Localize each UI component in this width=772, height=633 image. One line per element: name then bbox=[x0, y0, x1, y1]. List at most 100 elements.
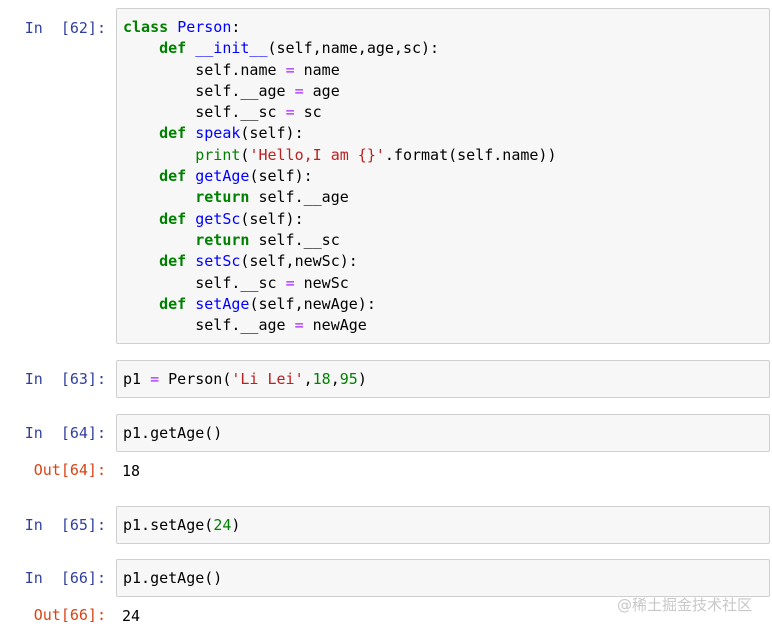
code-text: (self): bbox=[249, 167, 313, 186]
code-text: ) bbox=[231, 516, 241, 534]
keyword: def bbox=[159, 294, 187, 313]
string-literal: 'Li Lei' bbox=[231, 370, 304, 388]
code-text: self.__sc bbox=[123, 103, 286, 122]
input-prompt: In [63]: bbox=[24, 370, 106, 388]
code-line: return self.__age bbox=[123, 187, 763, 208]
keyword: class bbox=[123, 18, 169, 36]
code-text: , bbox=[330, 370, 340, 388]
operator: = bbox=[285, 60, 295, 79]
function-name: setAge bbox=[195, 294, 250, 313]
keyword: def bbox=[159, 252, 187, 271]
keyword: def bbox=[159, 39, 187, 58]
function-name: getAge bbox=[195, 167, 250, 186]
code-line: p1 = Person('Li Lei',18,95) bbox=[123, 369, 763, 390]
function-name: speak bbox=[195, 124, 241, 143]
code-editor[interactable]: class Person: def __init__(self,name,age… bbox=[117, 9, 769, 344]
keyword: def bbox=[159, 209, 187, 228]
code-text: self.__sc bbox=[249, 230, 340, 249]
function-name: __init__ bbox=[195, 39, 268, 58]
code-text: self.__age bbox=[123, 81, 295, 100]
keyword: return bbox=[195, 230, 250, 249]
code-text: p1.setAge( bbox=[123, 516, 214, 534]
code-text: name bbox=[294, 60, 340, 79]
output-prompt: Out[64]: bbox=[33, 461, 106, 479]
code-input-area[interactable]: class Person: def __init__(self,name,age… bbox=[116, 8, 770, 344]
operator: = bbox=[294, 316, 304, 335]
keyword: return bbox=[195, 188, 250, 207]
code-text: .format(self.name)) bbox=[384, 145, 557, 164]
function-name: getSc bbox=[195, 209, 241, 228]
code-text: (self): bbox=[240, 209, 304, 228]
code-text: newAge bbox=[303, 316, 367, 335]
code-line: def speak(self): bbox=[123, 123, 763, 144]
watermark: @稀土掘金技术社区 bbox=[616, 596, 752, 614]
code-text: newSc bbox=[294, 273, 349, 292]
code-line: def __init__(self,name,age,sc): bbox=[123, 38, 763, 59]
keyword: def bbox=[159, 167, 187, 186]
code-line: self.__sc = newSc bbox=[123, 273, 763, 294]
code-text: Person( bbox=[159, 370, 232, 388]
code-editor[interactable]: p1.getAge() bbox=[117, 560, 769, 597]
number-literal: 95 bbox=[339, 370, 358, 388]
code-text: , bbox=[303, 370, 313, 388]
input-prompt: In [65]: bbox=[24, 516, 106, 534]
cell-output: 18 bbox=[122, 462, 141, 480]
code-text: self.__sc bbox=[123, 273, 286, 292]
code-line: self.__sc = sc bbox=[123, 102, 763, 123]
code-text: p1 bbox=[123, 370, 151, 388]
function-name: setSc bbox=[195, 252, 241, 271]
code-line: def getAge(self): bbox=[123, 166, 763, 187]
input-prompt: In [64]: bbox=[24, 424, 106, 442]
code-line: def setAge(self,newAge): bbox=[123, 294, 763, 315]
string-literal: 'Hello,I am {}' bbox=[249, 145, 385, 164]
code-line: p1.getAge() bbox=[123, 568, 763, 589]
code-text: (self): bbox=[240, 124, 304, 143]
code-text: self.__age bbox=[249, 188, 349, 207]
number-literal: 24 bbox=[213, 516, 232, 534]
code-line: class Person: bbox=[123, 17, 763, 38]
code-line: self.__age = age bbox=[123, 81, 763, 102]
code-line: self.name = name bbox=[123, 60, 763, 81]
code-text: (self,newAge): bbox=[249, 294, 376, 313]
code-text: (self,newSc): bbox=[240, 252, 358, 271]
operator: = bbox=[294, 81, 304, 100]
builtin-name: print bbox=[195, 145, 241, 164]
code-input-area[interactable]: p1.setAge(24) bbox=[116, 506, 770, 544]
input-prompt: In [62]: bbox=[24, 19, 106, 37]
code-text: self.__age bbox=[123, 316, 295, 335]
class-name: Person bbox=[177, 18, 232, 36]
code-line: self.__age = newAge bbox=[123, 315, 763, 336]
code-input-area[interactable]: p1.getAge() bbox=[116, 559, 770, 597]
code-input-area[interactable]: p1 = Person('Li Lei',18,95) bbox=[116, 360, 770, 398]
code-editor[interactable]: p1.getAge() bbox=[117, 415, 769, 452]
code-text: (self,name,age,sc): bbox=[267, 39, 440, 58]
number-literal: 18 bbox=[312, 370, 331, 388]
code-line: print('Hello,I am {}'.format(self.name)) bbox=[123, 145, 763, 166]
code-editor[interactable]: p1.setAge(24) bbox=[117, 507, 769, 544]
code-line: def setSc(self,newSc): bbox=[123, 251, 763, 272]
code-text: self.name bbox=[123, 60, 286, 79]
code-line: p1.getAge() bbox=[123, 423, 763, 444]
cell-output: 24 bbox=[122, 607, 141, 625]
code-text: p1.getAge() bbox=[123, 424, 223, 442]
code-line: p1.setAge(24) bbox=[123, 515, 763, 536]
code-text: p1.getAge() bbox=[123, 569, 223, 587]
code-line: def getSc(self): bbox=[123, 209, 763, 230]
code-text: sc bbox=[294, 103, 322, 122]
code-input-area[interactable]: p1.getAge() bbox=[116, 414, 770, 452]
code-editor[interactable]: p1 = Person('Li Lei',18,95) bbox=[117, 361, 769, 398]
